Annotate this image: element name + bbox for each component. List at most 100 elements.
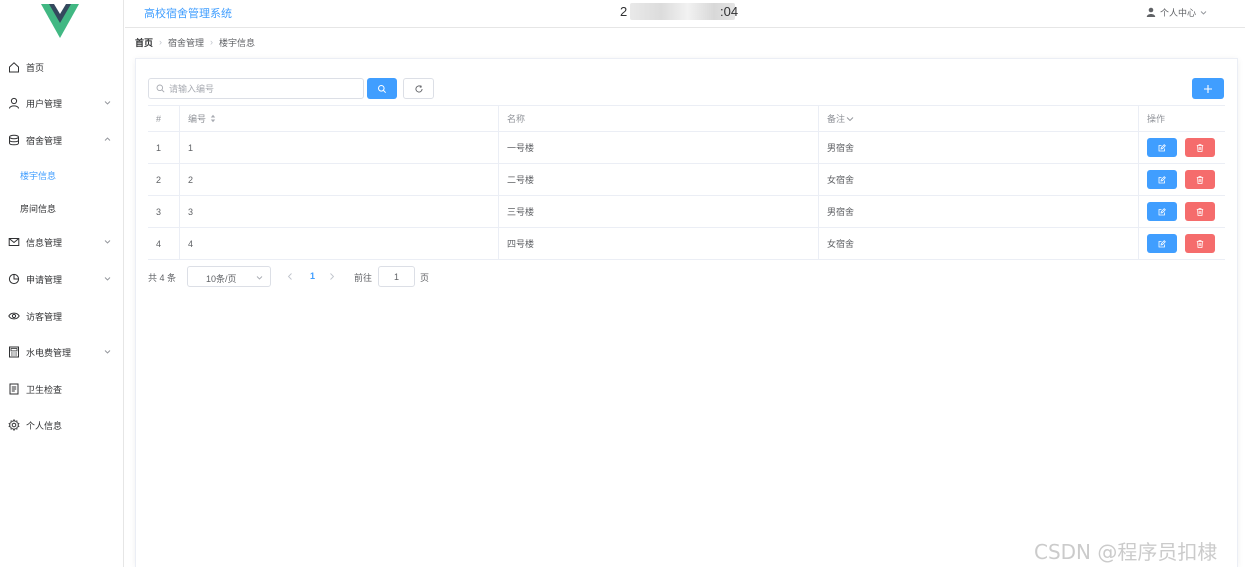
reset-button[interactable] (403, 78, 434, 99)
header-code[interactable]: 编号 (180, 106, 499, 131)
chevron-down-icon (104, 277, 111, 281)
sidebar-item-application-management[interactable]: 申请管理 (0, 269, 123, 289)
edit-icon (1158, 143, 1166, 151)
search-input[interactable] (169, 81, 359, 96)
cell-note: 女宿舍 (819, 228, 1139, 259)
cell-actions (1139, 196, 1225, 227)
document-icon (9, 383, 19, 395)
cell-actions (1139, 228, 1225, 259)
edit-icon (1158, 175, 1166, 183)
page-number-current[interactable]: 1 (310, 271, 315, 281)
sidebar-item-label: 宿舍管理 (26, 136, 63, 146)
sidebar-item-utility-fee-management[interactable]: 水电费管理 (0, 342, 123, 362)
header-name: 名称 (499, 106, 819, 131)
header-actions: 操作 (1147, 114, 1166, 124)
delete-button[interactable] (1185, 202, 1215, 221)
sidebar-item-label: 申请管理 (26, 275, 63, 285)
edit-button[interactable] (1147, 234, 1177, 253)
calculator-icon (9, 346, 19, 358)
sidebar-item-label: 水电费管理 (26, 348, 72, 358)
breadcrumb: 首页 › 宿舍管理 › 楼宇信息 (135, 36, 255, 48)
top-header: 高校宿舍管理系统 2 :04 个人中心 (125, 0, 1245, 28)
sidebar-item-label: 卫生检查 (26, 385, 63, 395)
vue-logo (41, 4, 79, 38)
table-row: 2 2 二号楼 女宿舍 (148, 164, 1225, 196)
header-code-label: 编号 (188, 114, 207, 124)
chevron-down-icon (104, 240, 111, 244)
user-center-label: 个人中心 (1160, 7, 1197, 18)
breadcrumb-building-info: 楼宇信息 (219, 37, 256, 48)
cell-index: 2 (148, 164, 180, 195)
trash-icon (1196, 207, 1204, 216)
user-center-dropdown[interactable]: 个人中心 (1146, 5, 1207, 19)
chevron-down-icon (256, 276, 263, 280)
clock-prefix: 2 (620, 4, 628, 19)
chevron-down-icon (104, 350, 111, 354)
search-button[interactable] (367, 78, 397, 99)
page-size-value: 10条/页 (206, 274, 237, 284)
breadcrumb-separator-icon: › (210, 37, 214, 47)
delete-button[interactable] (1185, 234, 1215, 253)
table-header-row: # 编号 名称 备注 操作 (148, 106, 1225, 132)
delete-button[interactable] (1185, 170, 1215, 189)
table-row: 4 4 四号楼 女宿舍 (148, 228, 1225, 260)
next-page-icon[interactable] (328, 272, 336, 281)
edit-button[interactable] (1147, 202, 1177, 221)
chevron-up-icon (104, 137, 111, 141)
sidebar-item-label: 首页 (26, 63, 45, 73)
search-icon (156, 84, 165, 93)
sidebar-item-personal-info[interactable]: 个人信息 (0, 415, 123, 435)
database-icon (9, 134, 19, 146)
cell-actions (1139, 164, 1225, 195)
cell-name: 三号楼 (499, 196, 819, 227)
prev-page-icon[interactable] (286, 272, 294, 281)
edit-button[interactable] (1147, 138, 1177, 157)
header-note[interactable]: 备注 (819, 106, 1139, 131)
sidebar-item-dorm-management[interactable]: 宿舍管理 (0, 130, 123, 150)
sidebar-item-label: 信息管理 (26, 238, 63, 248)
sidebar: 首页 用户管理 宿舍管理 楼宇信息 房间信息 信息管理 申请管理 访客管理 水电… (0, 0, 124, 567)
clock: 2 :04 (620, 3, 750, 21)
chevron-down-icon (1200, 10, 1207, 15)
pagination-total: 共 4 条 (148, 273, 177, 283)
edit-button[interactable] (1147, 170, 1177, 189)
cell-name: 一号楼 (499, 132, 819, 163)
submenu-item-building-info[interactable]: 楼宇信息 (0, 165, 123, 185)
trash-icon (1196, 239, 1204, 248)
sidebar-item-user-management[interactable]: 用户管理 (0, 93, 123, 113)
cell-note: 男宿舍 (819, 132, 1139, 163)
chevron-down-icon (104, 101, 111, 105)
sidebar-item-visitor-management[interactable]: 访客管理 (0, 306, 123, 326)
goto-page-input[interactable] (378, 266, 415, 287)
plus-icon (1204, 84, 1212, 93)
cell-index: 3 (148, 196, 180, 227)
pie-chart-icon (8, 273, 20, 285)
mail-icon (8, 238, 20, 246)
user-icon (1146, 7, 1156, 17)
search-field[interactable] (148, 78, 364, 99)
search-icon (378, 84, 387, 93)
page-size-select[interactable]: 10条/页 (187, 266, 271, 287)
sidebar-item-home[interactable]: 首页 (0, 57, 123, 77)
submenu-item-label: 楼宇信息 (20, 171, 57, 181)
trash-icon (1196, 143, 1204, 152)
clock-suffix: :04 (720, 4, 739, 19)
cell-index: 4 (148, 228, 180, 259)
cell-code: 1 (180, 132, 499, 163)
sidebar-item-label: 个人信息 (26, 421, 63, 431)
refresh-icon (414, 84, 423, 92)
sort-icon[interactable] (210, 114, 216, 123)
breadcrumb-home[interactable]: 首页 (135, 36, 153, 49)
cell-name: 二号楼 (499, 164, 819, 195)
filter-chevron-down-icon[interactable] (846, 116, 854, 122)
delete-button[interactable] (1185, 138, 1215, 157)
edit-icon (1158, 207, 1166, 215)
eye-icon (8, 312, 20, 320)
table-row: 3 3 三号楼 男宿舍 (148, 196, 1225, 228)
add-button[interactable] (1192, 78, 1224, 99)
sidebar-item-hygiene-check[interactable]: 卫生检查 (0, 379, 123, 399)
sidebar-item-info-management[interactable]: 信息管理 (0, 232, 123, 252)
goto-label: 前往 (354, 273, 373, 283)
cell-actions (1139, 132, 1225, 163)
submenu-item-room-info[interactable]: 房间信息 (0, 198, 123, 218)
